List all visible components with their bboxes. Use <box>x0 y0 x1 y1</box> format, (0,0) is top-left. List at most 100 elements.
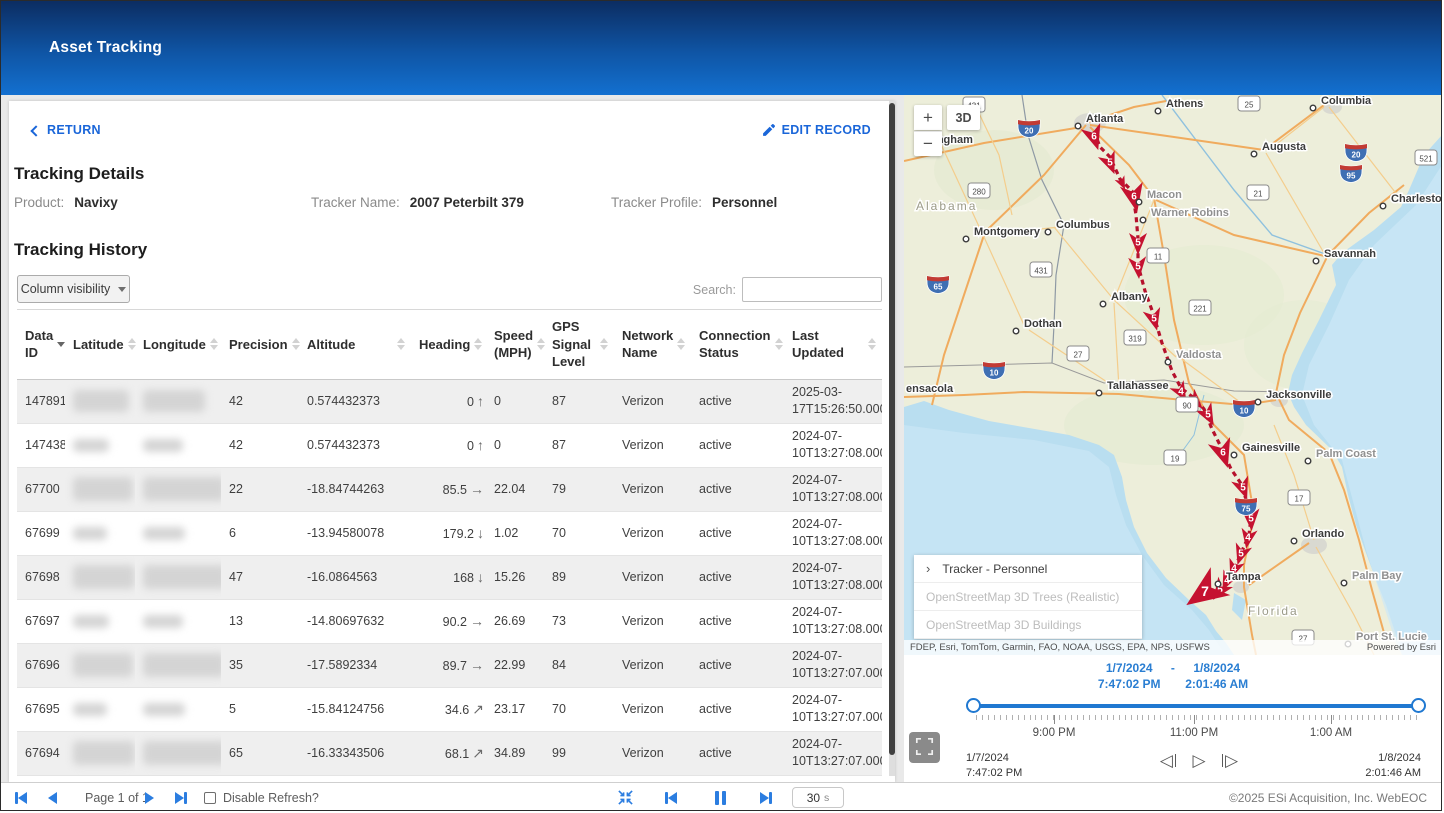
table-row[interactable]: 147438420.5744323730↑087Verizonactive202… <box>17 423 882 467</box>
map-label: Valdosta <box>1176 349 1222 361</box>
fullscreen-button[interactable] <box>909 732 940 763</box>
svg-text:5: 5 <box>1205 410 1211 421</box>
column-header[interactable]: Longitude <box>135 310 221 380</box>
column-header[interactable]: Precision <box>221 310 299 380</box>
table-row[interactable]: 147891420.5744323730↑087Verizonactive202… <box>17 379 882 423</box>
svg-text:75: 75 <box>1242 505 1251 514</box>
zoom-out-button[interactable]: − <box>914 131 942 156</box>
main-content: RETURN EDIT RECORD Tracking Details Prod… <box>1 95 1441 782</box>
refresh-skip-start-button[interactable] <box>665 783 677 811</box>
column-header[interactable]: Last Updated <box>784 310 882 380</box>
edit-record-label: EDIT RECORD <box>782 123 871 137</box>
svg-text:4: 4 <box>1245 533 1251 544</box>
heading-arrow-icon: ↗ <box>472 745 484 761</box>
column-visibility-button[interactable]: Column visibility <box>17 275 130 303</box>
step-forward-button[interactable]: ▷ <box>1222 752 1239 769</box>
table-row[interactable]: 6769847-16.0864563168↓15.2689Verizonacti… <box>17 555 882 599</box>
app-footer: Page 1 of 1 Disable Refresh? 30s ©2025 E… <box>1 782 1441 811</box>
slider-handle-start[interactable] <box>966 698 981 713</box>
column-header[interactable]: Speed (MPH) <box>486 310 544 380</box>
map-label: Dothan <box>1024 318 1062 330</box>
map[interactable]: 656555445655454457 431252802152111431221… <box>904 95 1442 655</box>
scrollbar-thumb[interactable] <box>889 103 895 755</box>
redacted-longitude <box>143 615 183 628</box>
prev-page-button[interactable] <box>48 783 57 811</box>
search-label: Search: <box>693 283 736 297</box>
tracker-profile-value: Personnel <box>712 195 777 210</box>
map-label: Atlanta <box>1086 113 1124 125</box>
refresh-interval-box[interactable]: 30s <box>792 783 844 811</box>
city-dot <box>1341 580 1347 586</box>
city-dot <box>1045 229 1051 235</box>
product-label: Product: <box>14 195 64 210</box>
pause-refresh-button[interactable] <box>715 783 726 811</box>
column-header[interactable]: Connection Status <box>691 310 784 380</box>
column-visibility-label: Column visibility <box>21 282 111 296</box>
return-link[interactable]: RETURN <box>32 123 101 137</box>
step-back-button[interactable]: ◁ <box>1160 752 1177 769</box>
heading-arrow-icon: → <box>470 657 484 673</box>
city-dot <box>1013 328 1019 334</box>
slider-handle-end[interactable] <box>1411 698 1426 713</box>
table-row[interactable]: 6769465-16.3334350668.1↗34.8999Verizonac… <box>17 731 882 775</box>
map-label: Warner Robins <box>1151 207 1229 219</box>
svg-text:4: 4 <box>1178 387 1184 398</box>
tracker-name-field: Tracker Name:2007 Peterbilt 379 <box>311 195 524 210</box>
heading-arrow-icon: ↑ <box>477 393 484 409</box>
layer-item[interactable]: OpenStreetMap 3D Buildings <box>914 611 1142 639</box>
return-label: RETURN <box>47 123 101 137</box>
collapse-panel-button[interactable] <box>617 783 634 811</box>
redacted-longitude <box>143 565 221 589</box>
sort-icon <box>57 342 65 347</box>
search-input[interactable] <box>742 277 882 302</box>
column-header[interactable]: Data ID <box>17 310 65 380</box>
svg-text:5: 5 <box>1135 238 1141 249</box>
slider-track[interactable] <box>973 704 1419 708</box>
play-button[interactable]: ▷ <box>1192 752 1205 769</box>
column-header[interactable]: GPS Signal Level <box>544 310 614 380</box>
column-header[interactable]: Heading <box>411 310 486 380</box>
column-header[interactable]: Latitude <box>65 310 135 380</box>
first-page-button[interactable] <box>15 783 27 811</box>
redacted-longitude <box>143 390 205 412</box>
city-dot <box>1313 258 1319 264</box>
map-label: Alabama <box>916 199 977 213</box>
svg-text:11: 11 <box>1154 253 1163 262</box>
product-field: Product:Navixy <box>14 195 118 210</box>
zoom-in-button[interactable]: + <box>914 105 942 130</box>
sort-icon <box>868 338 876 350</box>
svg-text:65: 65 <box>934 283 943 292</box>
last-page-button[interactable] <box>175 783 187 811</box>
3d-mode-button[interactable]: 3D <box>947 105 980 130</box>
column-header[interactable]: Altitude <box>299 310 411 380</box>
redacted-latitude <box>73 703 107 716</box>
redacted-longitude <box>143 703 185 716</box>
table-row[interactable]: 676996-13.94580078179.2↓1.0270Verizonact… <box>17 511 882 555</box>
svg-text:5: 5 <box>1238 549 1244 560</box>
svg-text:6: 6 <box>1220 448 1226 459</box>
next-page-button[interactable] <box>145 783 154 811</box>
table-row[interactable]: 6769635-17.589233489.7→22.9984Verizonact… <box>17 643 882 687</box>
redacted-latitude <box>73 565 135 589</box>
city-dot <box>1100 301 1106 307</box>
table-scrollbar[interactable] <box>889 101 895 776</box>
refresh-skip-end-button[interactable] <box>760 783 772 811</box>
map-label: Augusta <box>1262 141 1307 153</box>
column-header[interactable]: Network Name <box>614 310 691 380</box>
table-row[interactable]: 2024-07-10T13:27:07.000Z <box>17 775 882 782</box>
disable-refresh-checkbox[interactable] <box>204 783 216 811</box>
range-end: 1/8/20242:01:46 AM <box>1185 661 1248 692</box>
table-row[interactable]: 676955-15.8412475634.6↗23.1770Verizonact… <box>17 687 882 731</box>
layer-item[interactable]: ›Tracker - Personnel <box>914 555 1142 583</box>
highway-shield-icon: 521 <box>1415 150 1437 165</box>
edit-record-link[interactable]: EDIT RECORD <box>762 123 871 137</box>
highway-shield-icon: 319 <box>1124 330 1146 345</box>
table-row[interactable]: 6770022-18.8474426385.5→22.0479Verizonac… <box>17 467 882 511</box>
table-row[interactable]: 6769713-14.8069763290.2→26.6973Verizonac… <box>17 599 882 643</box>
powered-by-esri: Powered by Esri <box>1367 642 1436 653</box>
layer-item[interactable]: OpenStreetMap 3D Trees (Realistic) <box>914 583 1142 611</box>
map-label: Albany <box>1111 291 1149 303</box>
start-datetime-label: 1/7/20247:47:02 PM <box>966 751 1022 782</box>
map-label: Athens <box>1166 98 1203 110</box>
svg-text:7: 7 <box>1201 583 1209 599</box>
